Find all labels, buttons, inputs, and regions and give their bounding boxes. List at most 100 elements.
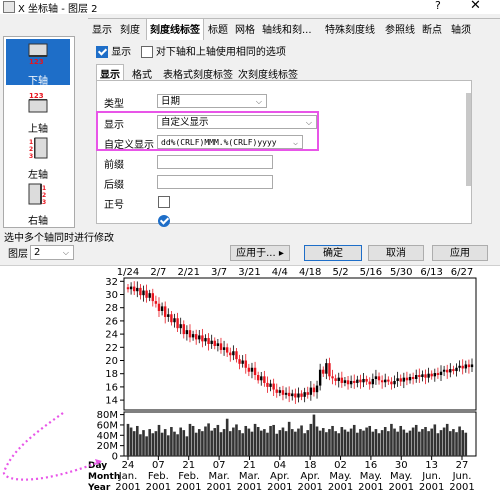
candle-body — [194, 334, 198, 340]
top-tick-label: 5/2 — [332, 267, 348, 278]
volume-bar — [328, 429, 331, 456]
layer-label: 图层 — [8, 249, 28, 260]
candle-body — [253, 367, 257, 376]
volume-y-axis: 020M40M60M80M — [97, 410, 124, 463]
axis-item-label: 下轴 — [28, 76, 48, 87]
volume-bar — [408, 430, 412, 456]
top-tick-label: 4/4 — [272, 267, 288, 278]
volume-bar — [427, 431, 430, 456]
volume-bar — [253, 423, 257, 456]
volume-bar — [185, 436, 189, 456]
month-label: Apr. — [270, 471, 290, 482]
candle-body — [201, 335, 204, 342]
volume-bar — [383, 427, 387, 456]
candle-body — [430, 373, 433, 377]
volume-bar — [452, 429, 455, 456]
layer-select[interactable]: 2 ⌵ — [30, 245, 74, 260]
candle-body — [176, 318, 179, 329]
cancel-button[interactable]: 取消 — [368, 245, 424, 261]
axis-item-bottom[interactable]: 123 下轴 — [6, 39, 70, 87]
subtab-minor-labels[interactable]: 次刻度线标签 — [238, 66, 298, 81]
candle-body — [185, 330, 189, 335]
price-tick-label: 16 — [105, 382, 118, 393]
day-label: 27 — [456, 460, 469, 471]
plus-sign-checkbox[interactable] — [158, 196, 170, 208]
tab-title[interactable]: 标题 — [208, 21, 228, 36]
volume-tick-label: 80M — [97, 410, 118, 421]
settings-panel: 类型 日期 ⌵ 显示 自定义显示 ⌵ 自定义显示 dd%(CRLF)MMM.%(… — [96, 80, 472, 227]
arrow-right-icon: ▸ — [278, 248, 284, 259]
year-label: 2001 — [419, 482, 444, 493]
tab-reference-lines[interactable]: 参照线 — [385, 21, 415, 36]
prefix-input[interactable] — [157, 155, 273, 169]
apply-to-button[interactable]: 应用于... ▸ — [230, 245, 290, 261]
candle-body — [213, 340, 216, 346]
type-select[interactable]: 日期 ⌵ — [157, 94, 267, 108]
volume-tick-label: 60M — [97, 420, 118, 431]
price-tick-label: 30 — [105, 290, 118, 301]
candle-body — [318, 369, 322, 386]
axis-item-left[interactable]: 1 2 3 左轴 — [6, 133, 70, 181]
year-label: 2001 — [449, 482, 474, 493]
volume-bar — [219, 432, 223, 456]
volume-bar — [232, 427, 235, 456]
volume-bar — [154, 431, 158, 456]
candle-body — [390, 381, 393, 385]
type-select-value: 日期 — [161, 96, 181, 107]
tab-scale[interactable]: 刻度 — [120, 21, 140, 36]
candle-body — [436, 373, 440, 376]
volume-bar — [321, 428, 325, 456]
candle-body — [179, 324, 182, 329]
tab-grid[interactable]: 网格 — [235, 21, 255, 36]
subtab-table-labels[interactable]: 表格式刻度标签 — [163, 66, 233, 81]
tab-tick-labels[interactable]: 刻度线标签 — [146, 18, 204, 40]
suffix-label: 后缀 — [104, 180, 124, 191]
volume-bar — [216, 424, 220, 456]
partial-option-checkbox[interactable] — [158, 215, 170, 227]
axis-item-top[interactable]: 123 上轴 — [6, 87, 70, 135]
scrollbar[interactable] — [466, 93, 471, 186]
ok-button[interactable]: 确定 — [304, 245, 362, 261]
tab-line-and-ticks[interactable]: 轴线和刻... — [262, 21, 312, 36]
top-tick-label: 4/18 — [299, 267, 321, 278]
top-tick-label: 6/13 — [420, 267, 442, 278]
suffix-input[interactable] — [157, 175, 273, 189]
subtab-format[interactable]: 格式 — [132, 66, 152, 81]
volume-bar — [346, 431, 350, 456]
same-options-checkbox[interactable] — [140, 46, 153, 58]
tab-display[interactable]: 显示 — [92, 21, 112, 36]
volume-bar — [352, 424, 356, 456]
show-checkbox[interactable] — [96, 46, 108, 58]
volume-bar — [256, 427, 260, 456]
volume-bar — [325, 432, 328, 456]
candle-body — [191, 334, 195, 338]
apply-to-label: 应用于... — [236, 248, 276, 259]
candle-body — [356, 379, 359, 383]
year-label: 2001 — [297, 482, 322, 493]
apply-button[interactable]: 应用 — [432, 245, 488, 261]
candle-body — [353, 380, 356, 383]
volume-tick-label: 0 — [112, 452, 118, 463]
tab-rug[interactable]: 轴须 — [451, 21, 471, 36]
axis-list: 123 下轴 123 上轴 1 2 3 左轴 1 2 3 右轴 — [3, 36, 75, 228]
close-button[interactable]: ✕ — [470, 0, 481, 13]
volume-bar — [455, 432, 458, 456]
candle-body — [418, 375, 421, 377]
volume-bar — [418, 431, 421, 456]
bottom-axis-icon: 123 — [28, 43, 48, 65]
candle-body — [238, 359, 241, 364]
volume-bar — [334, 431, 337, 456]
day-label: 30 — [395, 460, 408, 471]
left-axis-icon: 1 2 3 — [29, 137, 48, 159]
tab-breaks[interactable]: 断点 — [422, 21, 442, 36]
title-bar: X 坐标轴 - 图层 2 ? ✕ — [0, 0, 500, 15]
tab-special-ticks[interactable]: 特殊刻度线 — [325, 21, 375, 36]
candle-body — [405, 377, 409, 381]
volume-bar — [126, 423, 130, 456]
help-button[interactable]: ? — [435, 0, 441, 12]
axis-item-right[interactable]: 1 2 3 右轴 — [6, 179, 70, 227]
price-tick-label: 20 — [105, 356, 118, 367]
volume-bar — [129, 427, 133, 456]
candle-body — [452, 369, 455, 372]
year-label: 2001 — [115, 482, 140, 493]
